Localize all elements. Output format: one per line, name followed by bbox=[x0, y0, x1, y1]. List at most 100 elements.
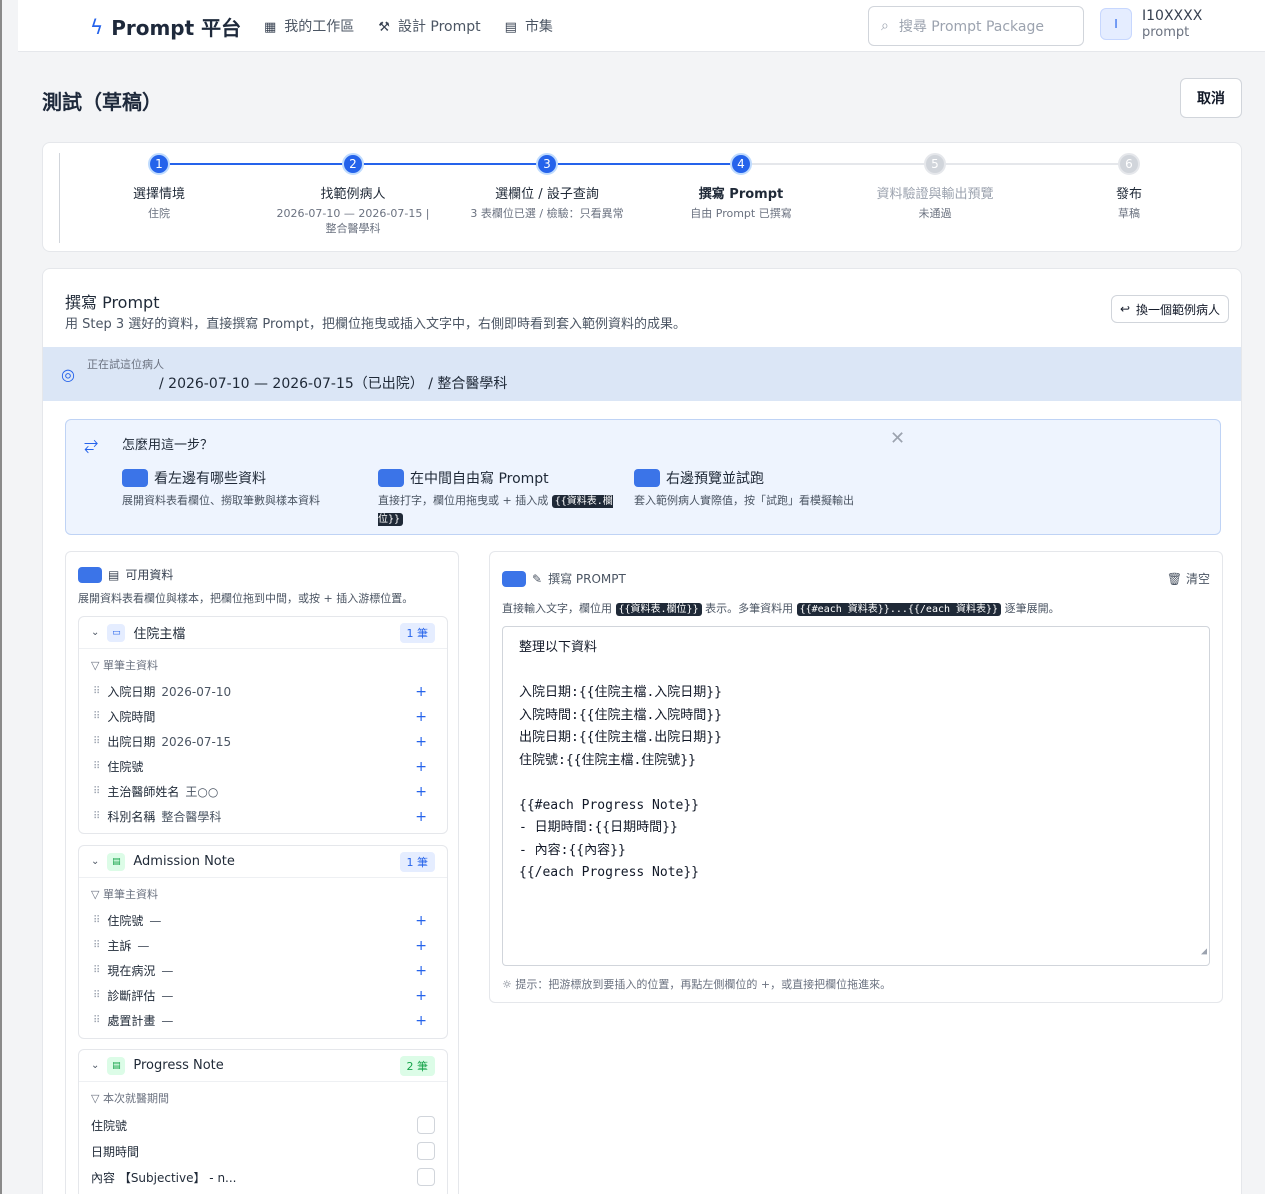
field-row[interactable]: ⠿ 處置計畫 — + bbox=[79, 1008, 447, 1033]
top-nav: ϟ Prompt 平台 ▦ 我的工作區 ⚒ 設計 Prompt ▤ 市集 ⌕ 搜尋 Pro… bbox=[18, 0, 1265, 52]
drag-handle-icon[interactable]: ⠿ bbox=[93, 711, 100, 722]
table-group-header[interactable]: ⌄ ▤ Admission Note 1 筆 bbox=[79, 846, 447, 878]
step-label: 找範例病人 bbox=[320, 187, 386, 202]
drag-handle-icon[interactable]: ⠿ bbox=[93, 1015, 100, 1026]
field-row[interactable]: ⠿ 診斷評估 — + bbox=[79, 983, 447, 1008]
field-row[interactable]: ⠿ 主訴 — + bbox=[79, 933, 447, 958]
plus-icon[interactable]: + bbox=[415, 913, 427, 929]
drag-handle-icon[interactable]: ⠿ bbox=[93, 915, 100, 926]
drag-handle-icon[interactable]: ⠿ bbox=[93, 940, 100, 951]
guide-item-title: 右邊預覽並試跑 bbox=[666, 471, 764, 487]
chevron-down-icon: ⌄ bbox=[91, 1060, 100, 1071]
field-sample-value: — bbox=[161, 963, 174, 978]
plus-icon[interactable]: + bbox=[415, 809, 427, 825]
prompt-editor[interactable]: 整理以下資料 入院日期:{{住院主檔.入院日期}} 入院時間:{{住院主檔.入院… bbox=[502, 626, 1210, 966]
drag-handle-icon[interactable]: ⠿ bbox=[93, 761, 100, 772]
step-3[interactable]: 3 選欄位 / 設子查詢 3 表欄位已選 / 檢驗：只看異常 bbox=[447, 153, 647, 221]
drag-handle-icon[interactable]: ⠿ bbox=[93, 811, 100, 822]
guide-item-title: 在中間自由寫 Prompt bbox=[410, 471, 549, 487]
plus-icon[interactable]: + bbox=[415, 938, 427, 954]
brand[interactable]: ϟ Prompt 平台 bbox=[90, 12, 241, 41]
step-1[interactable]: 1 選擇情境 住院 bbox=[59, 153, 259, 221]
field-check-row[interactable]: 日期時間 bbox=[79, 1138, 447, 1164]
table-group-3: ⌄ ▤ Progress Note 2 筆 ▽ 本次就醫期間 住院號 日期時間 內容 【Sub… bbox=[78, 1049, 448, 1194]
step-4[interactable]: 4 撰寫 Prompt 自由 Prompt 已撰寫 bbox=[641, 153, 841, 221]
prompt-tip: ☼ 提示：把游標放到要插入的位置，再點左側欄位的 +，或直接把欄位拖進來。 bbox=[502, 976, 891, 992]
clear-button[interactable]: 🗑 清空 bbox=[1167, 570, 1210, 587]
cancel-button[interactable]: 取消 bbox=[1180, 78, 1242, 118]
plus-icon[interactable]: + bbox=[415, 684, 427, 700]
close-icon[interactable]: ✕ bbox=[890, 428, 905, 449]
field-sample-value: 整合醫學科 bbox=[161, 810, 222, 824]
field-row[interactable]: ⠿ 入院日期 2026-07-10 + bbox=[79, 679, 447, 704]
field-row[interactable]: ⠿ 住院號 + bbox=[79, 754, 447, 779]
field-sample-value: — bbox=[149, 913, 162, 928]
stepper: 1 選擇情境 住院 2 找範例病人 2026-07-10 — 2026-07-15 | 整… bbox=[42, 142, 1242, 252]
guide-item-header: 在中間自由寫 Prompt bbox=[378, 468, 624, 488]
plus-icon[interactable]: + bbox=[415, 784, 427, 800]
field-row[interactable]: ⠿ 主治醫師姓名 王○○ + bbox=[79, 779, 447, 804]
table-scope-label: ▽ 單筆主資料 bbox=[79, 649, 447, 679]
step-6[interactable]: 6 發布 草稿 bbox=[1029, 153, 1229, 221]
field-checkbox[interactable] bbox=[417, 1116, 435, 1134]
field-name: 主訴 bbox=[107, 939, 132, 953]
step-number: 4 bbox=[730, 153, 752, 175]
app-frame: ϟ Prompt 平台 ▦ 我的工作區 ⚒ 設計 Prompt ▤ 市集 ⌕ 搜尋 Pro… bbox=[0, 0, 1265, 1194]
search-input[interactable]: ⌕ 搜尋 Prompt Package bbox=[868, 6, 1084, 46]
nav-item-2[interactable]: ▤ 市集 bbox=[505, 16, 553, 36]
resize-handle[interactable]: ◢ bbox=[1201, 941, 1207, 964]
user-role: prompt bbox=[1142, 25, 1190, 40]
field-name: 住院號 bbox=[107, 760, 144, 774]
swap-patient-button[interactable]: ↩ 換一個範例病人 bbox=[1111, 295, 1229, 323]
table-group-header[interactable]: ⌄ ▤ Progress Note 2 筆 bbox=[79, 1050, 447, 1082]
field-sample-value: — bbox=[161, 988, 174, 1003]
wand-icon: ⚒ bbox=[378, 20, 390, 35]
avatar: I bbox=[1100, 8, 1132, 40]
plus-icon[interactable]: + bbox=[415, 709, 427, 725]
plus-icon[interactable]: + bbox=[415, 988, 427, 1004]
filter-icon: ▽ bbox=[91, 888, 103, 901]
guide-item-desc: 直接打字，欄位用拖曳或 + 插入成 {{資料表.欄位}} bbox=[378, 492, 624, 528]
chevron-down-icon: ⌄ bbox=[91, 627, 100, 638]
plus-icon[interactable]: + bbox=[415, 1013, 427, 1029]
drag-handle-icon[interactable]: ⠿ bbox=[93, 686, 100, 697]
field-check-row[interactable]: 住院號 bbox=[79, 1112, 447, 1138]
drag-handle-icon[interactable]: ⠿ bbox=[93, 990, 100, 1001]
field-checkbox[interactable] bbox=[417, 1168, 435, 1186]
guide-item-header: 看左邊有哪些資料 bbox=[122, 468, 382, 488]
patient-label: 正在試這位病人 bbox=[87, 358, 164, 371]
field-row[interactable]: ⠿ 科別名稱 整合醫學科 + bbox=[79, 804, 447, 829]
field-row[interactable]: ⠿ 入院時間 + bbox=[79, 704, 447, 729]
plus-icon[interactable]: + bbox=[415, 963, 427, 979]
store-icon: ▤ bbox=[504, 20, 517, 35]
step-desc: 自由 Prompt 已撰寫 bbox=[690, 207, 792, 220]
drag-handle-icon[interactable]: ⠿ bbox=[93, 736, 100, 747]
database-icon bbox=[78, 566, 102, 583]
field-name: 處置計畫 bbox=[107, 1014, 156, 1028]
field-check-row[interactable]: 內容 【Subjective】 - n... bbox=[79, 1164, 447, 1190]
data-panel-desc: 展開資料表看欄位與樣本，把欄位拖到中間，或按 + 插入游標位置。 bbox=[78, 592, 414, 605]
step-2[interactable]: 2 找範例病人 2026-07-10 — 2026-07-15 | 整合醫學科 bbox=[253, 153, 453, 236]
field-name: 日期時間 bbox=[91, 1144, 140, 1159]
user-menu[interactable]: I I10XXXX prompt bbox=[1100, 8, 1202, 40]
bolt-icon: ϟ bbox=[90, 14, 104, 39]
table-group-header[interactable]: ⌄ ▭ 住院主檔 1 筆 bbox=[79, 617, 447, 649]
patient-info: / 2026-07-10 — 2026-07-15（已出院） / 整合醫學科 bbox=[159, 376, 508, 392]
drag-handle-icon[interactable]: ⠿ bbox=[93, 786, 100, 797]
search-placeholder: 搜尋 Prompt Package bbox=[898, 19, 1044, 35]
field-row[interactable]: ⠿ 出院日期 2026-07-15 + bbox=[79, 729, 447, 754]
drag-handle-icon[interactable]: ⠿ bbox=[93, 965, 100, 976]
plus-icon[interactable]: + bbox=[415, 759, 427, 775]
plus-icon[interactable]: + bbox=[415, 734, 427, 750]
trash-icon: 🗑 bbox=[1166, 572, 1183, 586]
nav-item-0[interactable]: ▦ 我的工作區 bbox=[264, 16, 354, 36]
field-checkbox[interactable] bbox=[417, 1142, 435, 1160]
field-name: 住院號 bbox=[91, 1118, 128, 1133]
prompt-panel-desc: 直接輸入文字，欄位用 {{資料表.欄位}} 表示。多筆資料用 {{#each 資… bbox=[502, 600, 1060, 616]
field-row[interactable]: ⠿ 住院號 — + bbox=[79, 908, 447, 933]
field-name: 主治醫師姓名 bbox=[107, 785, 180, 799]
guide-item-desc-text: 展開資料表看欄位、撈取筆數與樣本資料 bbox=[122, 494, 320, 507]
field-row[interactable]: ⠿ 現在病況 — + bbox=[79, 958, 447, 983]
step-5[interactable]: 5 資料驗證與輸出預覽 未通過 bbox=[835, 153, 1035, 221]
nav-item-1[interactable]: ⚒ 設計 Prompt bbox=[378, 16, 480, 36]
